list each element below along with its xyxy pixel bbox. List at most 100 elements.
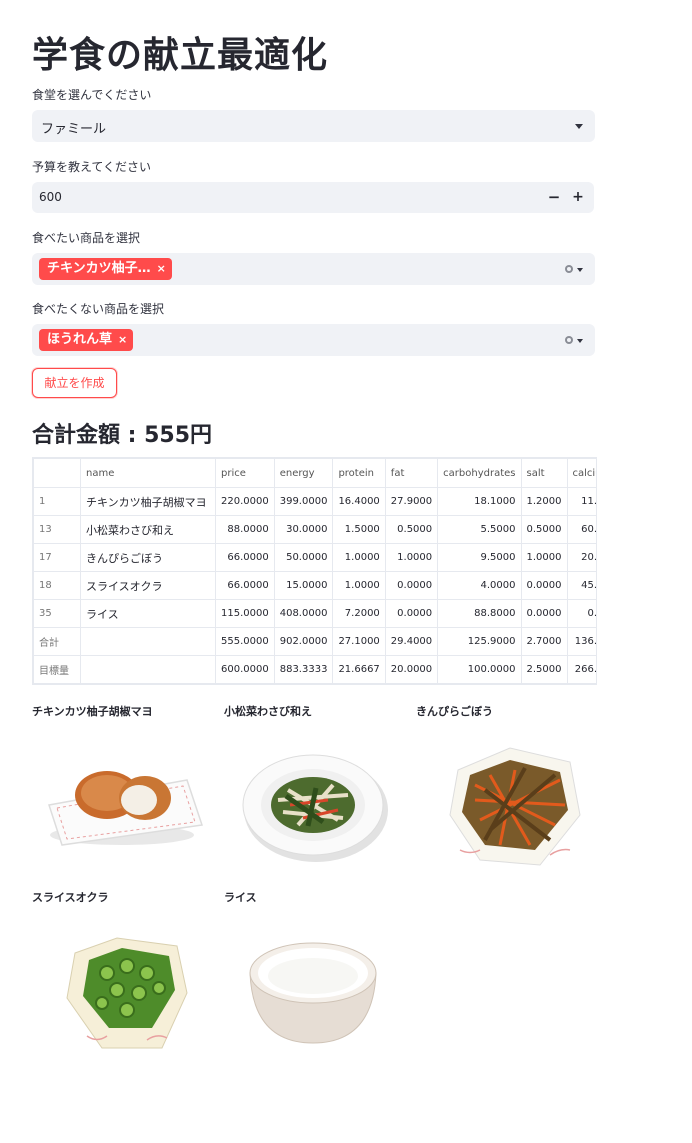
chevron-down-icon[interactable]	[577, 339, 583, 343]
column-header[interactable]: protein	[332, 458, 386, 488]
column-header[interactable]: calcium	[566, 458, 596, 488]
table-cell[interactable]: 1.0000	[332, 571, 386, 600]
table-cell[interactable]: 27.1000	[332, 627, 386, 656]
table-cell[interactable]: 100.0000	[437, 655, 522, 684]
table-cell[interactable]: 88.8000	[437, 599, 522, 628]
want-tag-label: チキンカツ柚子…	[47, 261, 151, 276]
cafeteria-label: 食堂を選んでください	[32, 88, 152, 102]
row-index[interactable]: 目標量	[33, 655, 81, 684]
clear-icon[interactable]	[565, 265, 573, 273]
table-cell[interactable]: 60.0000	[566, 515, 596, 544]
table-cell[interactable]: 1.0000	[332, 543, 386, 572]
nutrition-table[interactable]: name price energy protein fat carbohydrates sa…	[32, 457, 597, 685]
budget-number-input[interactable]: 600 − +	[32, 182, 594, 213]
table-cell[interactable]: 220.0000	[215, 487, 275, 516]
table-cell[interactable]: 1.0000	[520, 543, 568, 572]
table-cell[interactable]: ライス	[80, 599, 216, 628]
table-cell[interactable]: 555.0000	[215, 627, 275, 656]
row-index[interactable]: 35	[33, 599, 81, 628]
table-cell[interactable]: 29.4000	[384, 627, 439, 656]
column-header[interactable]: name	[80, 458, 216, 488]
table-cell[interactable]: 20.0000	[384, 655, 439, 684]
table-cell[interactable]: 600.0000	[215, 655, 275, 684]
table-cell[interactable]: 902.0000	[273, 627, 334, 656]
cafeteria-select[interactable]: ファミール	[32, 110, 595, 142]
table-cell[interactable]: 45.0000	[566, 571, 596, 600]
row-index[interactable]: 合計	[33, 627, 81, 656]
table-row: 17 きんぴらごぼう 66.0000 50.0000 1.0000 1.0000 9.500…	[33, 543, 596, 572]
table-row: 35 ライス 115.0000 408.0000 7.2000 0.0000 88.8000…	[33, 599, 596, 628]
row-index[interactable]: 18	[33, 571, 81, 600]
table-cell[interactable]: 136.0000	[566, 627, 596, 656]
want-tag: チキンカツ柚子… ×	[39, 258, 172, 280]
row-index[interactable]: 1	[33, 487, 81, 516]
column-header[interactable]: fat	[384, 458, 439, 488]
table-cell[interactable]: 2.5000	[520, 655, 568, 684]
table-cell[interactable]	[80, 655, 216, 684]
column-header[interactable]: energy	[273, 458, 334, 488]
komatsuna-image	[242, 754, 388, 862]
table-cell[interactable]: 408.0000	[273, 599, 334, 628]
table-cell[interactable]: 9.5000	[437, 543, 522, 572]
chevron-down-icon[interactable]	[577, 268, 583, 272]
table-cell[interactable]: 7.2000	[332, 599, 386, 628]
table-cell[interactable]: 0.0000	[384, 571, 439, 600]
table-cell[interactable]: 2.7000	[520, 627, 568, 656]
table-cell[interactable]: 20.0000	[566, 543, 596, 572]
budget-value[interactable]: 600	[39, 190, 62, 204]
table-cell[interactable]: 11.0000	[566, 487, 596, 516]
table-row: 合計 555.0000 902.0000 27.1000 29.4000 125.9000…	[33, 627, 596, 656]
table-cell[interactable]: スライスオクラ	[80, 571, 216, 600]
table-cell[interactable]: 15.0000	[273, 571, 334, 600]
table-cell[interactable]: 0.0000	[566, 599, 596, 628]
table-cell[interactable]: 1.0000	[384, 543, 439, 572]
table-cell[interactable]	[80, 627, 216, 656]
table-cell[interactable]: 883.3333	[273, 655, 334, 684]
avoid-multiselect[interactable]: ほうれん草 ×	[32, 324, 595, 356]
remove-tag-icon[interactable]: ×	[118, 333, 127, 346]
kinpira-image	[449, 747, 581, 866]
table-cell[interactable]: 1.5000	[332, 515, 386, 544]
avoid-label: 食べたくない商品を選択	[32, 302, 165, 316]
table-cell[interactable]: 0.0000	[520, 599, 568, 628]
row-index[interactable]: 17	[33, 543, 81, 572]
row-index[interactable]: 13	[33, 515, 81, 544]
table-cell[interactable]: 66.0000	[215, 571, 275, 600]
food-caption: きんぴらごぼう	[416, 705, 493, 718]
table-cell[interactable]: 18.1000	[437, 487, 522, 516]
index-header[interactable]	[33, 458, 81, 488]
create-menu-button[interactable]: 献立を作成	[32, 368, 117, 398]
table-cell[interactable]: 50.0000	[273, 543, 334, 572]
want-multiselect[interactable]: チキンカツ柚子… ×	[32, 253, 595, 285]
table-cell[interactable]: 125.9000	[437, 627, 522, 656]
table-cell[interactable]: 16.4000	[332, 487, 386, 516]
table-cell[interactable]: 115.0000	[215, 599, 275, 628]
table-cell[interactable]: 30.0000	[273, 515, 334, 544]
remove-tag-icon[interactable]: ×	[157, 262, 166, 275]
increment-button[interactable]: +	[570, 188, 586, 206]
avoid-tag: ほうれん草 ×	[39, 329, 134, 351]
clear-icon[interactable]	[565, 336, 573, 344]
table-cell[interactable]: 27.9000	[384, 487, 439, 516]
table-row: 13 小松菜わさび和え 88.0000 30.0000 1.5000 0.5000 5.50…	[33, 515, 596, 544]
table-cell[interactable]: チキンカツ柚子胡椒マヨ	[80, 487, 216, 516]
column-header[interactable]: price	[215, 458, 275, 488]
table-cell[interactable]: 0.5000	[520, 515, 568, 544]
table-cell[interactable]: 小松菜わさび和え	[80, 515, 216, 544]
table-cell[interactable]: 0.0000	[520, 571, 568, 600]
table-cell[interactable]: 0.0000	[384, 599, 439, 628]
decrement-button[interactable]: −	[546, 188, 562, 206]
table-cell[interactable]: 4.0000	[437, 571, 522, 600]
table-cell[interactable]: 399.0000	[273, 487, 334, 516]
column-header[interactable]: salt	[520, 458, 568, 488]
table-cell[interactable]: 66.0000	[215, 543, 275, 572]
table-cell[interactable]: 5.5000	[437, 515, 522, 544]
table-cell[interactable]: きんぴらごぼう	[80, 543, 216, 572]
column-header[interactable]: carbohydrates	[437, 458, 522, 488]
table-cell[interactable]: 266.6667	[566, 655, 596, 684]
food-caption: 小松菜わさび和え	[224, 705, 312, 718]
table-cell[interactable]: 1.2000	[520, 487, 568, 516]
table-cell[interactable]: 21.6667	[332, 655, 386, 684]
table-cell[interactable]: 0.5000	[384, 515, 439, 544]
table-cell[interactable]: 88.0000	[215, 515, 275, 544]
